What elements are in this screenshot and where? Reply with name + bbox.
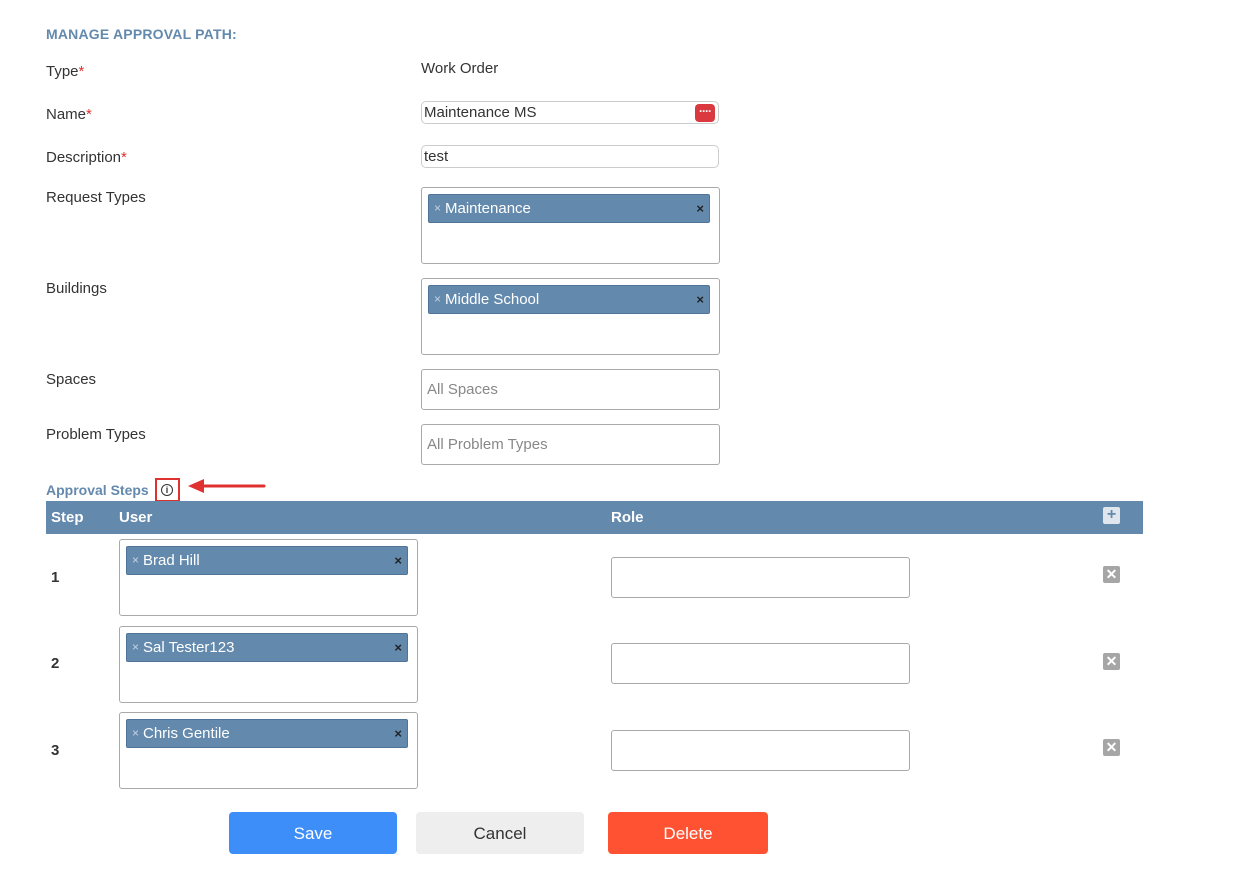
add-step-icon[interactable]: + [1103, 507, 1120, 524]
save-button[interactable]: Save [229, 812, 397, 854]
request-type-tag: × Maintenance × [428, 194, 710, 223]
more-options-icon[interactable]: ···· [695, 104, 715, 122]
column-role: Role [611, 509, 644, 526]
remove-tag-icon[interactable]: × [394, 720, 402, 747]
type-value: Work Order [421, 60, 499, 77]
required-marker: * [121, 149, 127, 166]
column-user: User [119, 509, 153, 526]
spaces-select[interactable] [421, 369, 720, 410]
description-label-text: Description [46, 149, 122, 166]
request-types-select[interactable]: × Maintenance × [421, 187, 720, 264]
name-label: Name* [46, 106, 92, 123]
annotation-arrow-icon [188, 479, 266, 493]
step-number: 3 [51, 742, 60, 759]
name-input[interactable] [421, 101, 719, 124]
remove-tag-icon[interactable]: × [394, 547, 402, 574]
delete-step-icon[interactable]: ✕ [1103, 653, 1120, 670]
spaces-label: Spaces [46, 371, 97, 388]
step-number: 1 [51, 569, 60, 586]
step-user-select[interactable]: × Sal Tester123 × [119, 626, 418, 703]
remove-tag-icon[interactable]: × [132, 720, 139, 747]
remove-tag-icon[interactable]: × [132, 547, 139, 574]
description-input[interactable] [421, 145, 719, 168]
approval-steps-title: Approval Steps [46, 482, 149, 498]
buildings-select[interactable]: × Middle School × [421, 278, 720, 355]
step-role-input[interactable] [611, 730, 910, 771]
steps-table-header: Step User Role + [46, 501, 1143, 534]
step-role-input[interactable] [611, 643, 910, 684]
type-label: Type* [46, 63, 84, 80]
description-label: Description* [46, 149, 127, 166]
remove-tag-icon[interactable]: × [696, 286, 704, 313]
remove-tag-icon[interactable]: × [434, 286, 441, 313]
name-label-text: Name [46, 106, 87, 123]
tag-label: Chris Gentile [143, 725, 230, 742]
tag-label: Brad Hill [143, 552, 200, 569]
buildings-label: Buildings [46, 280, 107, 297]
remove-tag-icon[interactable]: × [132, 634, 139, 661]
building-tag: × Middle School × [428, 285, 710, 314]
required-marker: * [78, 63, 85, 80]
tag-label: Middle School [445, 291, 540, 308]
step-role-input[interactable] [611, 557, 910, 598]
remove-tag-icon[interactable]: × [434, 195, 441, 222]
user-tag: × Sal Tester123 × [126, 633, 408, 662]
tag-label: Maintenance [445, 200, 531, 217]
user-tag: × Brad Hill × [126, 546, 408, 575]
request-types-label: Request Types [46, 189, 146, 206]
step-user-select[interactable]: × Brad Hill × [119, 539, 418, 616]
type-label-text: Type [46, 63, 79, 80]
user-tag: × Chris Gentile × [126, 719, 408, 748]
step-number: 2 [51, 655, 60, 672]
column-step: Step [51, 509, 84, 526]
remove-tag-icon[interactable]: × [394, 634, 402, 661]
tag-label: Sal Tester123 [143, 639, 235, 656]
delete-button[interactable]: Delete [608, 812, 768, 854]
cancel-button[interactable]: Cancel [416, 812, 584, 854]
delete-step-icon[interactable]: ✕ [1103, 739, 1120, 756]
page-title: MANAGE APPROVAL PATH: [46, 26, 237, 42]
info-circle-icon[interactable]: i [161, 484, 173, 496]
remove-tag-icon[interactable]: × [696, 195, 704, 222]
problem-types-select[interactable] [421, 424, 720, 465]
delete-step-icon[interactable]: ✕ [1103, 566, 1120, 583]
problem-types-label: Problem Types [46, 426, 146, 443]
required-marker: * [86, 106, 92, 123]
step-user-select[interactable]: × Chris Gentile × [119, 712, 418, 789]
